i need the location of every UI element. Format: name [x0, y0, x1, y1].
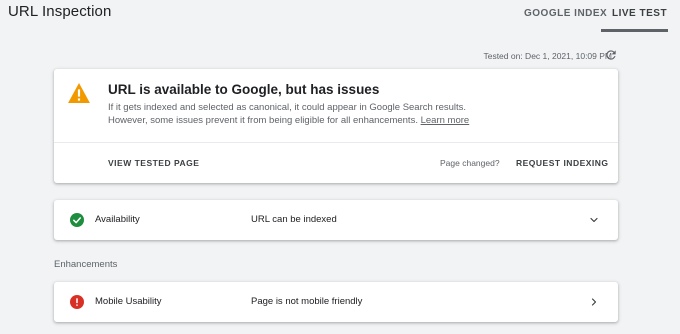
page-title: URL Inspection	[8, 3, 112, 20]
tab-google-index[interactable]: GOOGLE INDEX	[524, 8, 607, 19]
summary-description-line-2: However, some issues prevent it from bei…	[108, 115, 469, 126]
chevron-down-icon[interactable]	[588, 214, 600, 226]
request-indexing-button[interactable]: REQUEST INDEXING	[516, 158, 609, 168]
summary-title: URL is available to Google, but has issu…	[108, 82, 380, 97]
check-circle-icon	[70, 213, 84, 227]
view-tested-page-button[interactable]: VIEW TESTED PAGE	[108, 158, 199, 168]
refresh-icon[interactable]	[604, 48, 618, 62]
top-bar: URL Inspection GOOGLE INDEX LIVE TEST	[0, 0, 680, 32]
summary-description-text: However, some issues prevent it from bei…	[108, 115, 418, 126]
availability-label: Availability	[95, 214, 140, 225]
chevron-right-icon[interactable]	[588, 296, 600, 308]
warning-icon	[68, 83, 90, 103]
tested-on-timestamp: Tested on: Dec 1, 2021, 10:09 PM	[483, 51, 612, 61]
error-circle-icon	[70, 295, 84, 309]
page-changed-label: Page changed?	[440, 158, 500, 168]
inspection-summary-card: URL is available to Google, but has issu…	[54, 69, 618, 183]
availability-status: URL can be indexed	[251, 214, 337, 225]
mobile-usability-row[interactable]: Mobile Usability Page is not mobile frie…	[54, 282, 618, 322]
tab-live-test[interactable]: LIVE TEST	[612, 8, 667, 19]
mobile-usability-label: Mobile Usability	[95, 296, 162, 307]
mobile-usability-status: Page is not mobile friendly	[251, 296, 363, 307]
divider	[54, 142, 618, 143]
availability-row[interactable]: Availability URL can be indexed	[54, 200, 618, 240]
learn-more-link[interactable]: Learn more	[421, 115, 470, 126]
active-tab-indicator	[601, 29, 668, 32]
enhancements-heading: Enhancements	[54, 259, 118, 270]
summary-description-line-1: If it gets indexed and selected as canon…	[108, 102, 467, 113]
